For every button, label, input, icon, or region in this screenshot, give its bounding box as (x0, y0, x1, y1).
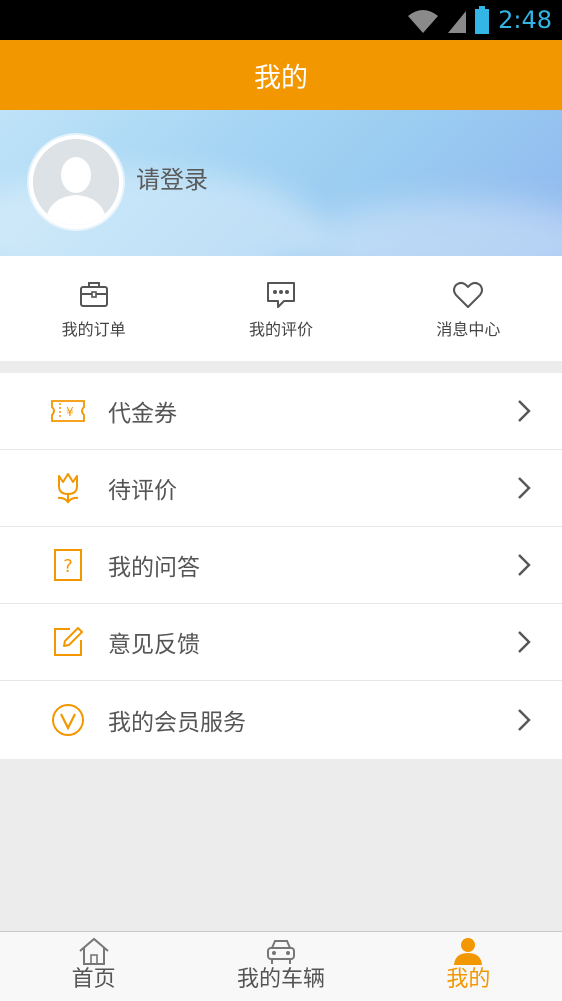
chevron-right-icon (518, 477, 531, 499)
quick-action-label: 我的订单 (61, 320, 126, 339)
login-link[interactable]: 请登录 (136, 162, 208, 198)
battery-icon (475, 6, 489, 34)
menu-item-label: 我的问答 (108, 555, 200, 581)
menu-item-label: 我的会员服务 (108, 710, 246, 736)
status-icons (406, 6, 490, 34)
bottom-nav: 首页 我的车辆 我的 (0, 931, 562, 1001)
home-icon (79, 937, 109, 965)
chat-bubble-icon (266, 282, 295, 308)
chevron-right-icon (518, 709, 531, 731)
menu-item-pending-review[interactable]: 待评价 (0, 450, 562, 527)
page-title: 我的 (254, 62, 308, 94)
briefcase-icon (79, 282, 108, 307)
quick-action-messages[interactable]: 消息中心 (375, 256, 562, 361)
avatar[interactable] (29, 135, 123, 229)
voucher-icon: ¥ (51, 400, 85, 422)
svg-text:¥: ¥ (66, 405, 74, 419)
question-icon: ? (54, 549, 82, 581)
chevron-right-icon (518, 400, 531, 422)
default-avatar-icon (33, 139, 119, 225)
nav-item-my-vehicles[interactable]: 我的车辆 (187, 932, 374, 1001)
nav-label: 我的车辆 (236, 967, 325, 992)
nav-label: 首页 (71, 967, 116, 992)
nav-item-home[interactable]: 首页 (0, 932, 187, 1001)
car-icon (266, 940, 295, 964)
user-icon (454, 938, 483, 965)
menu-item-label: 代金券 (108, 401, 177, 427)
menu-item-qa[interactable]: ? 我的问答 (0, 527, 562, 604)
menu-item-voucher[interactable]: ¥ 代金券 (0, 373, 562, 450)
menu-list: ¥ 代金券 待评价 ? 我的问答 意见反馈 我的会员服务 (0, 373, 562, 759)
status-bar: 2:48 (0, 0, 562, 40)
quick-action-label: 我的评价 (248, 320, 313, 339)
nav-item-mine[interactable]: 我的 (375, 932, 562, 1001)
vip-icon (52, 704, 84, 736)
menu-item-membership[interactable]: 我的会员服务 (0, 681, 562, 759)
signal-icon (448, 11, 466, 33)
wifi-icon (408, 10, 438, 33)
tulip-icon (57, 473, 79, 504)
quick-action-label: 消息中心 (436, 320, 501, 339)
status-time: 2:48 (498, 6, 552, 34)
profile-banner[interactable]: 请登录 (0, 110, 562, 256)
quick-action-reviews[interactable]: 我的评价 (187, 256, 374, 361)
app-header: 我的 (0, 40, 562, 110)
menu-item-label: 意见反馈 (108, 632, 200, 658)
quick-actions: 我的订单 我的评价 消息中心 (0, 256, 562, 361)
svg-text:?: ? (63, 556, 73, 577)
nav-label: 我的 (446, 967, 491, 992)
banner-cloud (300, 200, 562, 256)
menu-item-feedback[interactable]: 意见反馈 (0, 604, 562, 681)
heart-icon (453, 281, 484, 308)
edit-icon (54, 627, 83, 656)
chevron-right-icon (518, 554, 531, 576)
quick-action-orders[interactable]: 我的订单 (0, 256, 187, 361)
chevron-right-icon (518, 631, 531, 653)
menu-item-label: 待评价 (108, 478, 177, 504)
